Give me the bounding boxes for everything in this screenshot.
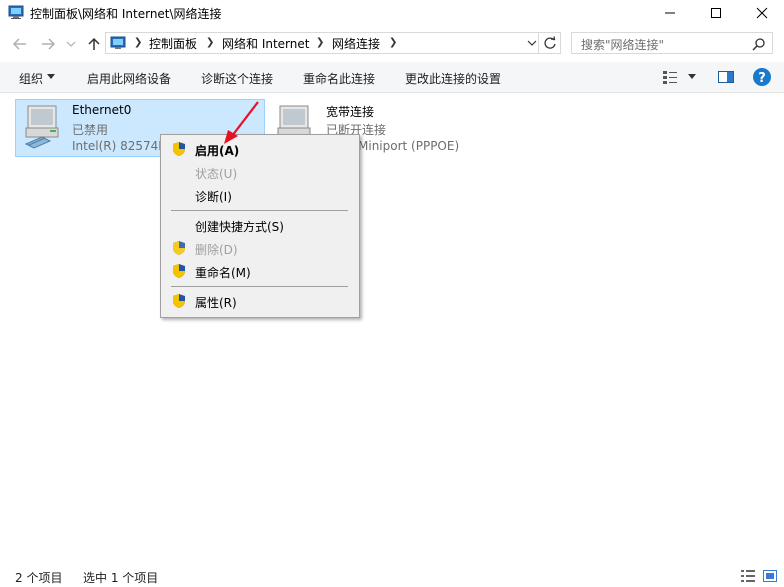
diagnose-connection-button[interactable]: 诊断这个连接 [201, 70, 273, 87]
breadcrumb-separator-icon[interactable]: ❯ [134, 37, 142, 48]
back-icon[interactable] [12, 36, 28, 52]
uac-shield-icon [173, 264, 185, 278]
uac-shield-icon [173, 142, 185, 156]
recent-locations-chevron-icon[interactable] [66, 40, 76, 48]
breadcrumb-separator-icon[interactable]: ❯ [206, 37, 214, 48]
minimize-icon [665, 12, 675, 13]
enable-device-button[interactable]: 启用此网络设备 [87, 70, 171, 87]
organize-dropdown-icon[interactable] [47, 74, 55, 80]
search-box[interactable]: 搜索"网络连接" [571, 32, 773, 54]
search-icon[interactable] [752, 37, 766, 51]
close-icon [756, 7, 768, 18]
annotation-arrow-icon [224, 101, 259, 144]
breadcrumb-network-connections[interactable]: 网络连接 [332, 35, 380, 52]
breadcrumb-control-panel[interactable]: 控制面板 [149, 35, 197, 52]
breadcrumb-separator-icon[interactable]: ❯ [316, 37, 324, 48]
status-selected-count: 选中 1 个项目 [83, 571, 159, 585]
large-icons-view-icon[interactable] [762, 569, 778, 583]
help-icon[interactable]: ? [752, 67, 772, 87]
details-view-icon[interactable] [740, 569, 756, 583]
window-title: 控制面板\网络和 Internet\网络连接 [30, 7, 222, 21]
view-options-icon[interactable] [662, 69, 678, 85]
minimize-button[interactable] [647, 0, 693, 25]
control-panel-location-icon [110, 36, 126, 49]
item-device: Intel(R) 82574L [72, 139, 165, 153]
change-settings-button[interactable]: 更改此连接的设置 [405, 70, 501, 87]
menu-separator [171, 286, 348, 287]
breadcrumb-separator-icon[interactable]: ❯ [389, 37, 397, 48]
up-icon[interactable] [86, 36, 102, 52]
control-panel-icon [8, 5, 24, 19]
forward-icon[interactable] [40, 36, 56, 52]
organize-button[interactable]: 组织 [19, 70, 43, 87]
uac-shield-icon [173, 241, 185, 255]
menu-item-create-shortcut[interactable]: 创建快捷方式(S) [195, 218, 284, 235]
maximize-button[interactable] [693, 0, 739, 25]
preview-pane-icon[interactable] [717, 69, 735, 85]
view-dropdown-icon[interactable] [688, 74, 696, 80]
svg-text:?: ? [758, 71, 766, 86]
menu-item-diagnose[interactable]: 诊断(I) [195, 188, 232, 205]
breadcrumb-network-internet[interactable]: 网络和 Internet [222, 35, 309, 52]
rename-connection-button[interactable]: 重命名此连接 [303, 70, 375, 87]
menu-item-delete[interactable]: 删除(D) [195, 241, 238, 258]
address-dropdown-chevron-icon[interactable] [527, 39, 537, 47]
status-item-count: 2 个项目 [15, 571, 63, 585]
uac-shield-icon [173, 294, 185, 308]
item-name: Ethernet0 [72, 103, 132, 117]
refresh-button[interactable] [539, 32, 561, 54]
menu-item-status[interactable]: 状态(U) [195, 165, 237, 182]
menu-separator [171, 210, 348, 211]
menu-item-properties[interactable]: 属性(R) [195, 294, 237, 311]
item-device: Miniport (PPPOE) [358, 139, 460, 153]
refresh-icon [543, 36, 556, 49]
item-name: 宽带连接 [326, 105, 375, 119]
maximize-icon [711, 7, 721, 18]
menu-item-rename[interactable]: 重命名(M) [195, 264, 251, 281]
search-placeholder: 搜索"网络连接" [581, 38, 665, 52]
item-status: 已禁用 [72, 123, 109, 137]
network-adapter-disabled-icon [24, 105, 59, 149]
close-button[interactable] [739, 0, 784, 25]
